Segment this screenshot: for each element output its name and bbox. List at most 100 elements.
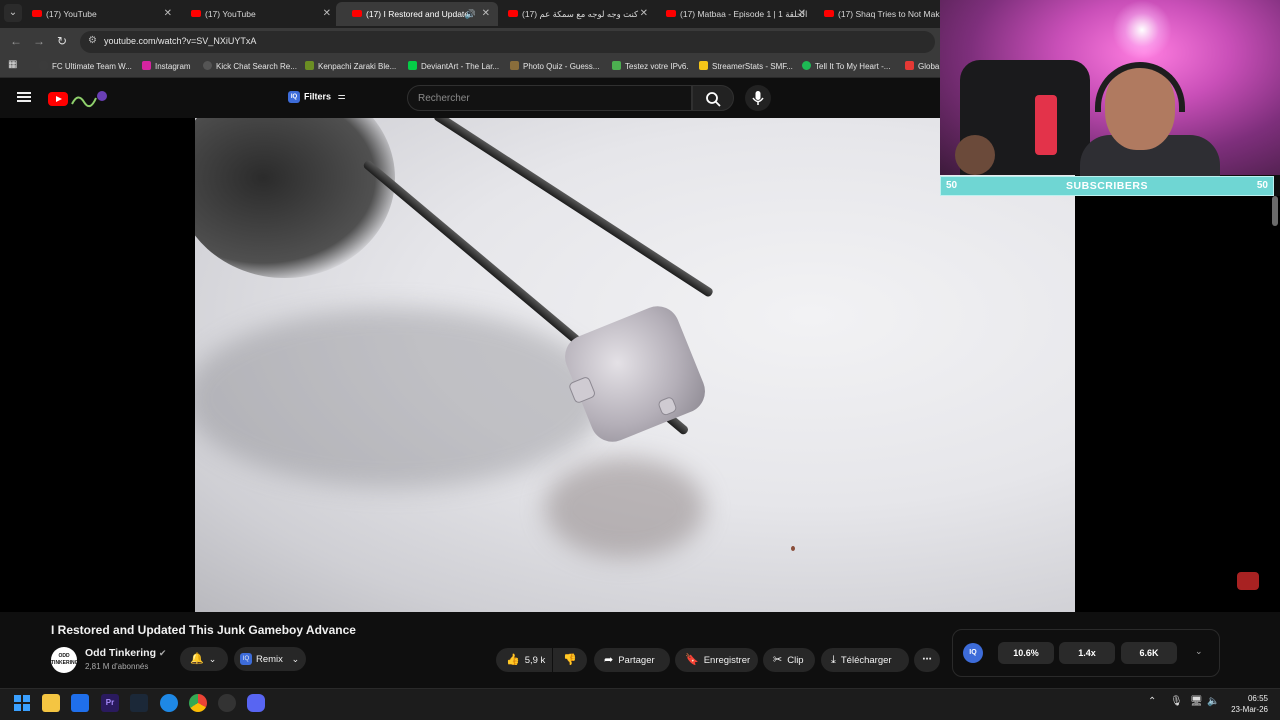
bookmark-favicon-icon bbox=[510, 61, 519, 70]
filters-button[interactable]: IQ Filters ⚌ bbox=[288, 91, 346, 103]
close-icon[interactable]: ✕ bbox=[640, 2, 648, 26]
dislike-button[interactable]: 👎 bbox=[553, 648, 587, 672]
youtube-favicon-icon bbox=[32, 10, 42, 17]
share-button[interactable]: ➦ Partager bbox=[594, 648, 670, 672]
bookmark-spotify-song[interactable]: Tell It To My Heart -... bbox=[802, 61, 890, 71]
chevron-down-icon: ⌄ bbox=[291, 654, 300, 664]
bookmark-kenpachi[interactable]: Kenpachi Zaraki Ble... bbox=[305, 61, 396, 71]
bookmark-label: Photo Quiz - Guess... bbox=[523, 62, 600, 71]
iq-stat-views: 6.6K bbox=[1121, 642, 1177, 664]
address-bar[interactable]: ⚙ youtube.com/watch?v=SV_NXiUYTxA bbox=[80, 31, 935, 53]
page-scrollbar[interactable] bbox=[1272, 196, 1278, 226]
app-icon[interactable] bbox=[160, 694, 178, 712]
clip-button[interactable]: ✂ Clip bbox=[763, 648, 815, 672]
deviantart-icon bbox=[408, 61, 417, 70]
thumbs-down-icon: 👎 bbox=[563, 654, 577, 666]
back-arrow-icon[interactable]: ← bbox=[10, 34, 22, 48]
bookmark-instagram[interactable]: Instagram bbox=[142, 61, 191, 71]
tab-matbaa[interactable]: (17) Matbaa - Episode 1 | 1 الحلقة ✕ bbox=[650, 2, 814, 26]
url-text: youtube.com/watch?v=SV_NXiUYTxA bbox=[104, 36, 257, 46]
bookmark-ipv6[interactable]: Testez votre IPv6. bbox=[612, 61, 689, 71]
channel-subscribers: 2,81 M d'abonnés bbox=[85, 662, 149, 671]
discord-icon[interactable] bbox=[247, 694, 265, 712]
search-icon bbox=[706, 92, 721, 107]
youtube-favicon-icon bbox=[191, 10, 201, 17]
bookmark-label: Testez votre IPv6. bbox=[625, 62, 689, 71]
save-label: Enregistrer bbox=[703, 655, 751, 666]
menu-icon[interactable] bbox=[17, 92, 31, 94]
shadow-shape bbox=[545, 458, 705, 558]
thumbs-up-icon: 👍 bbox=[506, 654, 520, 666]
bookmark-fc-ultimate[interactable]: FC Ultimate Team W... bbox=[39, 61, 132, 71]
tab-youtube-2[interactable]: (17) YouTube ✕ bbox=[175, 2, 339, 26]
channel-name[interactable]: Odd Tinkering ✔ bbox=[85, 647, 166, 659]
outlook-icon[interactable] bbox=[71, 694, 89, 712]
search-button[interactable] bbox=[692, 85, 734, 111]
sliders-icon: ⚌ bbox=[337, 91, 346, 102]
chrome-icon[interactable] bbox=[189, 694, 207, 712]
bookmark-globa[interactable]: Globa bbox=[905, 61, 939, 71]
search-placeholder: Rechercher bbox=[418, 93, 470, 104]
save-button[interactable]: 🔖 Enregistrer bbox=[675, 648, 758, 672]
tab-active-video[interactable]: (17) I Restored and Update 🔊 ✕ bbox=[336, 2, 498, 26]
forward-arrow-icon[interactable]: → bbox=[33, 34, 45, 48]
subscriber-goal-bar: 50 SUBSCRIBERS 50 bbox=[940, 176, 1274, 196]
close-icon[interactable]: ✕ bbox=[164, 2, 172, 26]
remix-button[interactable]: IQ Remix ⌄ bbox=[234, 647, 306, 671]
network-icon[interactable]: 🖥 bbox=[1190, 696, 1203, 707]
premiere-pro-icon[interactable]: Pr bbox=[101, 694, 119, 712]
tab-arabic-video[interactable]: (17) كنت وجه لوجه مع سمكة عم ✕ bbox=[492, 2, 656, 26]
close-icon[interactable]: ✕ bbox=[482, 2, 490, 26]
close-icon[interactable]: ✕ bbox=[323, 2, 331, 26]
search-input[interactable]: Rechercher bbox=[407, 85, 692, 111]
bookmark-favicon-icon bbox=[305, 61, 314, 70]
iq-logo-icon[interactable]: IQ bbox=[963, 643, 983, 663]
custom-logo-art[interactable] bbox=[70, 90, 108, 108]
instagram-icon bbox=[142, 61, 151, 70]
apps-grid-icon[interactable]: ▦ bbox=[8, 59, 17, 70]
microphone-icon[interactable]: 🎙 bbox=[1170, 696, 1183, 707]
share-icon: ➦ bbox=[604, 654, 614, 666]
file-explorer-icon[interactable] bbox=[42, 694, 60, 712]
tab-shaq[interactable]: (17) Shaq Tries to Not Make bbox=[808, 2, 940, 26]
site-info-icon[interactable]: ⚙ bbox=[88, 35, 97, 46]
voice-search-button[interactable] bbox=[745, 85, 771, 111]
microphone-stand bbox=[1035, 95, 1057, 155]
video-title: I Restored and Updated This Junk Gameboy… bbox=[51, 623, 356, 637]
volume-icon[interactable]: 🔈 bbox=[1207, 696, 1219, 707]
reload-icon[interactable]: ↻ bbox=[57, 34, 67, 48]
speaker-icon[interactable]: 🔊 bbox=[465, 2, 476, 26]
chevron-down-icon: ⌄ bbox=[208, 654, 217, 664]
bookmark-photo-quiz[interactable]: Photo Quiz - Guess... bbox=[510, 61, 599, 71]
iq-icon: IQ bbox=[240, 653, 252, 666]
clock-date: 23-Mar-26 bbox=[1231, 705, 1268, 714]
chevron-up-icon[interactable]: ⌃ bbox=[1148, 696, 1156, 707]
channel-avatar[interactable]: ODD TINKERING bbox=[51, 647, 79, 673]
debris-speck bbox=[791, 546, 795, 551]
bookmark-deviantart[interactable]: DeviantArt - The Lar... bbox=[408, 61, 499, 71]
download-label: Télécharger bbox=[840, 655, 892, 666]
microphone-icon bbox=[752, 91, 764, 105]
tab-youtube-1[interactable]: (17) YouTube ✕ bbox=[16, 2, 180, 26]
more-horizontal-icon: ⋯ bbox=[922, 654, 932, 665]
clock-time: 06:55 bbox=[1247, 694, 1268, 703]
steam-icon[interactable] bbox=[130, 694, 148, 712]
bookmark-streamerstats[interactable]: StreamerStats - SMF... bbox=[699, 61, 793, 71]
download-button[interactable]: ⤓ Télécharger bbox=[821, 648, 909, 672]
notification-bell-button[interactable]: 🔔 ⌄ bbox=[180, 647, 228, 671]
obs-icon[interactable] bbox=[218, 694, 236, 712]
like-button[interactable]: 👍 5,9 k bbox=[496, 648, 552, 672]
windows-start-icon[interactable] bbox=[13, 694, 31, 712]
bookmark-label: Kenpachi Zaraki Ble... bbox=[318, 62, 397, 71]
shadow-shape bbox=[195, 308, 605, 488]
youtube-logo-icon[interactable] bbox=[48, 92, 68, 106]
chevron-down-icon[interactable]: ⌄ bbox=[1195, 646, 1203, 657]
checkmark-icon bbox=[612, 61, 621, 70]
system-clock[interactable]: 06:55 23-Mar-26 bbox=[1228, 693, 1268, 715]
close-icon[interactable]: ✕ bbox=[798, 2, 806, 26]
spotify-icon bbox=[802, 61, 811, 70]
bookmark-kick-chat[interactable]: Kick Chat Search Re... bbox=[203, 61, 297, 71]
channel-watermark-icon[interactable] bbox=[1237, 572, 1259, 590]
more-actions-button[interactable]: ⋯ bbox=[914, 648, 940, 672]
tab-strip: ⌄ (17) YouTube ✕ (17) YouTube ✕ (17) I R… bbox=[0, 0, 940, 28]
